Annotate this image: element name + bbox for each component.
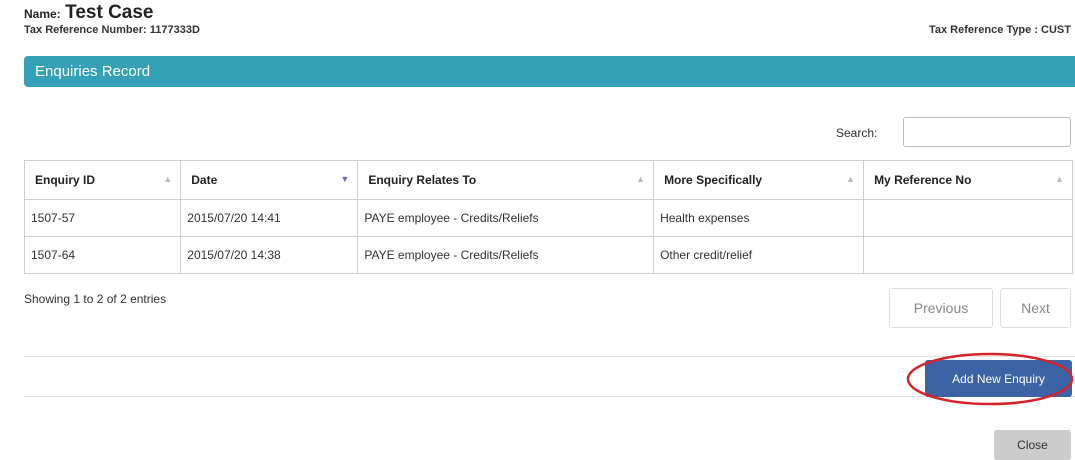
name-line: Name: Test Case xyxy=(24,2,154,24)
cell-date: 2015/07/20 14:38 xyxy=(180,236,359,274)
cell-my-reference xyxy=(863,236,1073,274)
sort-both-icon: ▲︎ xyxy=(163,174,173,184)
column-header-enquiry-id[interactable]: Enquiry ID ▲︎ xyxy=(23,160,182,200)
column-label: Enquiry Relates To xyxy=(368,173,477,187)
column-label: My Reference No xyxy=(874,173,972,187)
cell-more-specifically: Other credit/relief xyxy=(653,236,865,274)
search-label: Search: xyxy=(836,126,878,140)
cell-my-reference xyxy=(863,199,1073,237)
showing-entries-info: Showing 1 to 2 of 2 entries xyxy=(24,292,167,306)
column-header-date[interactable]: Date ▼ xyxy=(180,160,359,200)
column-label: Enquiry ID xyxy=(35,173,96,187)
search-input[interactable] xyxy=(903,117,1071,147)
sort-both-icon: ▲︎ xyxy=(636,174,646,184)
table-row[interactable]: 1507-57 2015/07/20 14:41 PAYE employee -… xyxy=(23,199,1073,237)
enquiries-table: Enquiry ID ▲︎ Date ▼ Enquiry Relates To … xyxy=(23,160,1073,274)
close-button[interactable]: Close xyxy=(994,430,1071,460)
column-label: Date xyxy=(191,173,218,187)
tax-reference-type: Tax Reference Type : CUST xyxy=(928,24,1071,36)
cell-relates-to: PAYE employee - Credits/Reliefs xyxy=(357,199,655,237)
column-header-more-specifically[interactable]: More Specifically ▲︎ xyxy=(653,160,865,200)
divider-top xyxy=(24,356,1075,357)
name-label: Name: xyxy=(24,7,61,21)
table-row[interactable]: 1507-64 2015/07/20 14:38 PAYE employee -… xyxy=(23,236,1073,274)
sort-desc-icon: ▼ xyxy=(340,174,350,184)
cell-date: 2015/07/20 14:41 xyxy=(180,199,359,237)
column-header-my-reference-no[interactable]: My Reference No ▲︎ xyxy=(863,160,1073,200)
previous-button[interactable]: Previous xyxy=(889,288,993,328)
name-value: Test Case xyxy=(65,2,154,23)
sort-both-icon: ▲︎ xyxy=(1055,174,1064,184)
cell-enquiry-id: 1507-57 xyxy=(23,199,182,237)
tax-reference-number: Tax Reference Number: 1177333D xyxy=(24,24,200,36)
sort-both-icon: ▲︎ xyxy=(846,174,856,184)
divider-bottom xyxy=(24,396,1075,397)
cell-enquiry-id: 1507-64 xyxy=(23,236,182,274)
column-header-enquiry-relates-to[interactable]: Enquiry Relates To ▲︎ xyxy=(357,160,655,200)
panel-title: Enquiries Record xyxy=(35,63,151,80)
cell-more-specifically: Health expenses xyxy=(653,199,865,237)
add-new-enquiry-button[interactable]: Add New Enquiry xyxy=(925,360,1072,397)
table-header-row: Enquiry ID ▲︎ Date ▼ Enquiry Relates To … xyxy=(23,160,1073,200)
next-button[interactable]: Next xyxy=(1000,288,1071,328)
panel-title-bar: Enquiries Record xyxy=(24,56,1075,87)
column-label: More Specifically xyxy=(664,173,763,187)
cell-relates-to: PAYE employee - Credits/Reliefs xyxy=(357,236,655,274)
